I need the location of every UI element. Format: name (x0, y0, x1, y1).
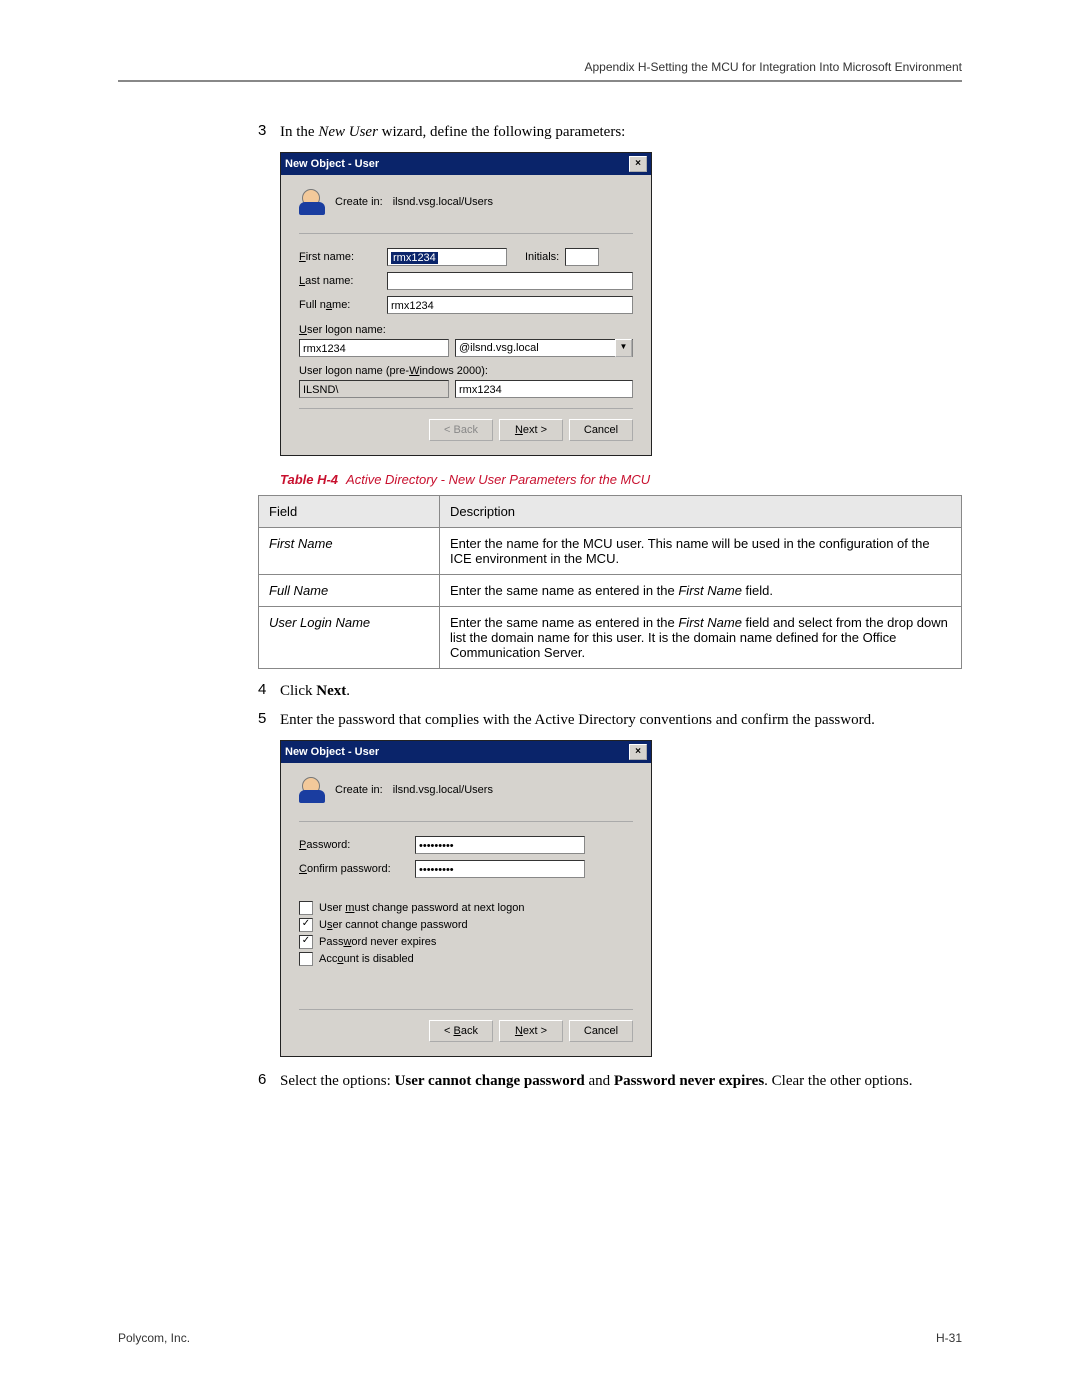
close-icon[interactable]: × (629, 744, 647, 760)
dialog-titlebar: New Object - User × (281, 741, 651, 763)
footer-left: Polycom, Inc. (118, 1331, 190, 1345)
step-text: In the New User wizard, define the follo… (280, 122, 962, 142)
cancel-button[interactable]: Cancel (569, 1020, 633, 1042)
confirm-password-input[interactable]: ••••••••• (415, 860, 585, 878)
header-rule (118, 80, 962, 82)
chevron-down-icon: ▼ (615, 339, 632, 357)
logon-pre-label: User logon name (pre-Windows 2000): (299, 365, 633, 377)
dialog-title: New Object - User (285, 746, 379, 758)
create-in-value: ilsnd.vsg.local/Users (393, 784, 493, 796)
col-desc: Description (440, 496, 962, 528)
first-name-input[interactable]: rmx1234 (387, 248, 507, 266)
appendix-header: Appendix H-Setting the MCU for Integrati… (118, 60, 962, 74)
initials-input[interactable] (565, 248, 599, 266)
next-button[interactable]: Next > (499, 1020, 563, 1042)
back-button[interactable]: < Back (429, 1020, 493, 1042)
confirm-password-label: Confirm password: (299, 863, 409, 875)
opt-never-expires[interactable]: ✓Password never expires (299, 935, 633, 949)
table-caption: Table H-4Active Directory - New User Par… (280, 472, 962, 487)
step-6: 6 Select the options: User cannot change… (258, 1071, 962, 1091)
footer-right: H-31 (936, 1331, 962, 1345)
step-5: 5 Enter the password that complies with … (258, 710, 962, 730)
opt-disabled[interactable]: Account is disabled (299, 952, 633, 966)
logon-name-label: User logon name: (299, 324, 633, 336)
last-name-input[interactable] (387, 272, 633, 290)
create-in-value: ilsnd.vsg.local/Users (393, 196, 493, 208)
back-button: < Back (429, 419, 493, 441)
opt-cannot-change[interactable]: ✓User cannot change password (299, 918, 633, 932)
page-footer: Polycom, Inc. H-31 (118, 1331, 962, 1345)
full-name-input[interactable]: rmx1234 (387, 296, 633, 314)
params-table: Field Description First Name Enter the n… (258, 495, 962, 669)
pre-domain: ILSND\ (299, 380, 449, 398)
password-label: Password: (299, 839, 409, 851)
initials-label: Initials: (525, 251, 559, 263)
user-icon (299, 189, 325, 215)
dialog-new-user-2: New Object - User × Create in: ilsnd.vsg… (280, 740, 962, 1057)
pre-user-input[interactable]: rmx1234 (455, 380, 633, 398)
col-field: Field (259, 496, 440, 528)
step-4: 4 Click Next. (258, 681, 962, 701)
dialog-new-user-1: New Object - User × Create in: ilsnd.vsg… (280, 152, 962, 456)
user-icon (299, 777, 325, 803)
close-icon[interactable]: × (629, 156, 647, 172)
password-input[interactable]: ••••••••• (415, 836, 585, 854)
full-name-label: Full name: (299, 299, 381, 311)
create-in-label: Create in: (335, 784, 383, 796)
last-name-label: Last name: (299, 275, 381, 287)
first-name-label: First name: (299, 251, 381, 263)
dialog-titlebar: New Object - User × (281, 153, 651, 175)
opt-must-change[interactable]: User must change password at next logon (299, 901, 633, 915)
cancel-button[interactable]: Cancel (569, 419, 633, 441)
logon-name-input[interactable]: rmx1234 (299, 339, 449, 357)
step-number: 3 (258, 122, 280, 142)
step-3: 3 In the New User wizard, define the fol… (258, 122, 962, 142)
logon-domain-select[interactable]: @ilsnd.vsg.local▼ (455, 339, 633, 357)
table-row: Full Name Enter the same name as entered… (259, 575, 962, 607)
create-in-label: Create in: (335, 196, 383, 208)
table-row: First Name Enter the name for the MCU us… (259, 528, 962, 575)
next-button[interactable]: Next > (499, 419, 563, 441)
dialog-title: New Object - User (285, 158, 379, 170)
table-row: User Login Name Enter the same name as e… (259, 607, 962, 669)
